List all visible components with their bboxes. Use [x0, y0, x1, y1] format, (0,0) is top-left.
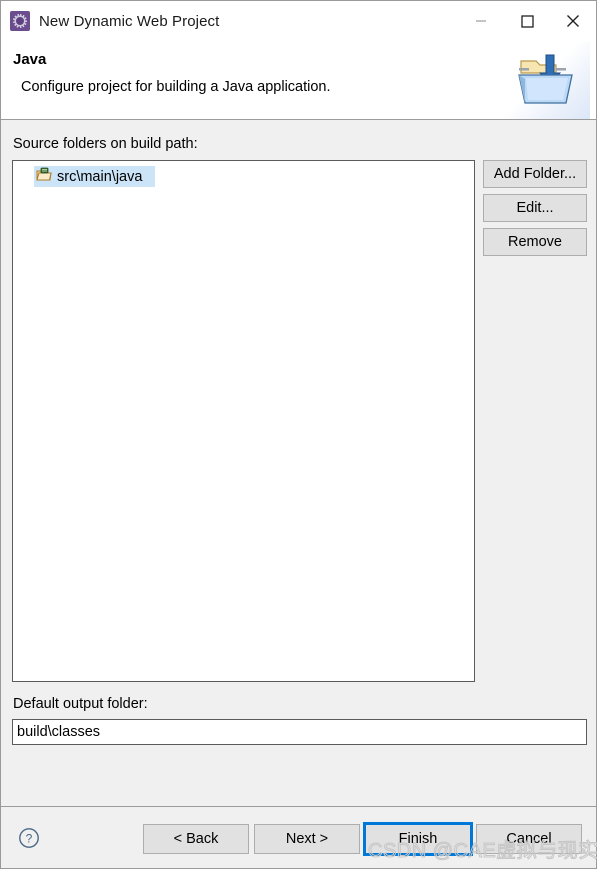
list-item[interactable]: src\main\java [34, 166, 155, 187]
source-folders-label: Source folders on build path: [13, 136, 198, 152]
close-icon[interactable] [550, 1, 596, 41]
remove-button[interactable]: Remove [483, 228, 587, 256]
window-controls [458, 1, 596, 41]
source-folder-actions: Add Folder... Edit... Remove [483, 160, 587, 256]
maximize-icon[interactable] [504, 1, 550, 41]
wizard-header: Java Configure project for building a Ja… [1, 41, 596, 120]
source-folders-row: src\main\java Add Folder... Edit... Remo… [12, 160, 587, 682]
edit-button[interactable]: Edit... [483, 194, 587, 222]
title-bar: New Dynamic Web Project [1, 1, 596, 41]
source-folders-listbox[interactable]: src\main\java [12, 160, 475, 682]
minimize-icon[interactable] [458, 1, 504, 41]
add-folder-button[interactable]: Add Folder... [483, 160, 587, 188]
dialog-footer: ? < Back Next > Finish Cancel [1, 806, 596, 868]
list-item-label: src\main\java [57, 168, 143, 185]
new-dynamic-web-project-dialog: New Dynamic Web Project Java Configure p… [0, 0, 597, 869]
help-question-icon[interactable]: ? [18, 827, 40, 849]
next-button[interactable]: Next > [254, 824, 360, 854]
window-title: New Dynamic Web Project [39, 12, 220, 30]
default-output-folder-input[interactable] [12, 719, 587, 745]
cancel-button[interactable]: Cancel [476, 824, 582, 854]
eclipse-wizard-icon [10, 11, 30, 31]
default-output-folder-label: Default output folder: [13, 696, 148, 712]
folder-import-icon [504, 41, 590, 119]
finish-button[interactable]: Finish [363, 822, 473, 856]
wizard-content: Source folders on build path: src\main\j… [1, 120, 596, 806]
svg-text:?: ? [26, 831, 33, 845]
back-button[interactable]: < Back [143, 824, 249, 854]
java-package-folder-icon [36, 167, 52, 187]
wizard-nav-buttons: < Back Next > Finish Cancel [143, 822, 582, 856]
